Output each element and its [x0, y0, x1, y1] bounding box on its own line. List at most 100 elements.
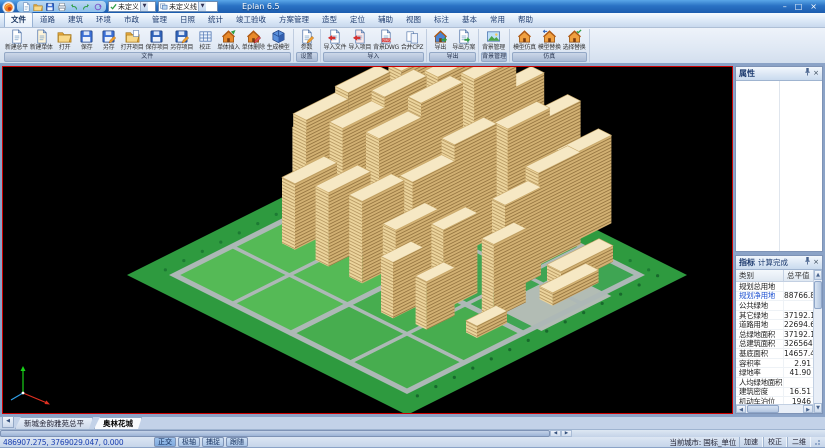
ribbon-button[interactable]: 校正 — [194, 29, 216, 51]
menu-item[interactable]: 辅助 — [372, 13, 399, 27]
save-icon[interactable] — [44, 2, 55, 12]
undo-icon[interactable] — [68, 2, 79, 12]
ribbon-button-label: 新建单体 — [30, 45, 53, 51]
menu-item[interactable]: 标注 — [428, 13, 455, 27]
resize-grip[interactable] — [814, 438, 822, 446]
menu-item[interactable]: 常用 — [484, 13, 511, 27]
menu-item[interactable]: 竣工验收 — [230, 13, 272, 27]
ribbon-button[interactable]: 导入项目 — [347, 29, 372, 51]
snap-toggle-button[interactable]: 跟随 — [226, 437, 248, 447]
scrollbar-thumb[interactable] — [747, 405, 779, 413]
ribbon-button-label: 模型仿真 — [513, 45, 536, 51]
layer-combo[interactable]: 未定义 ▼ — [108, 1, 156, 12]
ribbon-button[interactable]: 模型替换 — [537, 29, 562, 51]
menu-item[interactable]: 统计 — [202, 13, 229, 27]
close-panel-icon[interactable]: × — [813, 256, 819, 269]
tab-scroll-left-button[interactable]: ◀ — [2, 416, 14, 428]
maximize-button[interactable]: □ — [795, 0, 803, 13]
ribbon-button[interactable]: 选择替换 — [562, 29, 587, 51]
status-buttons: 加速校正二维 — [739, 437, 811, 447]
ribbon-button-label: 合并CPZ — [401, 45, 423, 51]
ribbon-button[interactable]: 模型仿真 — [512, 29, 537, 51]
menu-item[interactable]: 环境 — [90, 13, 117, 27]
table-row[interactable]: 机动车泊位1946 — [736, 397, 813, 404]
indicator-hscrollbar[interactable]: ◀ ▶ — [736, 404, 813, 413]
ribbon-button[interactable]: 导出方案 — [451, 29, 476, 51]
indicator-vscrollbar[interactable]: ▲ ▼ — [813, 270, 822, 413]
scroll-left-icon[interactable]: ◀ — [736, 405, 746, 413]
close-button[interactable]: × — [810, 0, 817, 13]
pin-icon[interactable] — [804, 67, 811, 76]
menu-item[interactable]: 日照 — [174, 13, 201, 27]
scroll-left-icon[interactable]: ◀ — [550, 430, 561, 437]
bg-manage-icon — [486, 29, 501, 44]
ribbon-button[interactable]: 保存 — [76, 29, 98, 51]
title-bar: 未定义 ▼ 未定义线 ▼ Eplan 6.5 – □ × — [0, 0, 825, 13]
ribbon-button[interactable]: 保存项目 — [144, 29, 169, 51]
ribbon-button[interactable]: 打开项目 — [120, 29, 145, 51]
menu-item[interactable]: 道路 — [34, 13, 61, 27]
redo-icon[interactable] — [80, 2, 91, 12]
menu-item[interactable]: 视图 — [400, 13, 427, 27]
new-doc-icon[interactable] — [20, 2, 31, 12]
minimize-button[interactable]: – — [783, 0, 787, 13]
ribbon-button-label: 单体插入 — [217, 45, 240, 51]
ribbon-button[interactable]: 合并CPZ — [400, 29, 424, 51]
drawing-viewport[interactable] — [2, 66, 733, 414]
scrollbar-thumb[interactable] — [814, 281, 822, 309]
ribbon-button[interactable]: DWG背景DWG — [372, 29, 400, 51]
chevron-down-icon[interactable]: ▼ — [198, 2, 206, 11]
main-area: 属性 × 指标 计算完成 × — [0, 64, 825, 416]
scroll-right-icon[interactable]: ▶ — [561, 430, 572, 437]
scroll-down-icon[interactable]: ▼ — [814, 403, 822, 413]
status-mode-button[interactable]: 校正 — [763, 437, 787, 447]
ribbon-button[interactable]: 另存 — [98, 29, 120, 51]
linetype-combo[interactable]: 未定义线 ▼ — [158, 1, 218, 12]
menu-item[interactable]: 管理 — [146, 13, 173, 27]
status-mode-button[interactable]: 加速 — [739, 437, 763, 447]
house-insert-icon — [221, 29, 236, 44]
print-icon[interactable] — [56, 2, 67, 12]
menu-item[interactable]: 造型 — [316, 13, 343, 27]
open-folder-icon[interactable] — [32, 2, 43, 12]
document-tab[interactable]: 新城金韵雅苑总平 — [15, 417, 93, 429]
ribbon-button[interactable]: 单体删除 — [241, 29, 266, 51]
ribbon-button[interactable]: 单体插入 — [216, 29, 241, 51]
menu-item[interactable]: 文件 — [4, 12, 33, 27]
status-mode-button[interactable]: 二维 — [787, 437, 811, 447]
menu-item[interactable]: 建筑 — [62, 13, 89, 27]
ribbon-button[interactable]: 导出 — [429, 29, 451, 51]
snap-toggle-button[interactable]: 极轴 — [178, 437, 200, 447]
menu-item[interactable]: 方案管理 — [273, 13, 315, 27]
properties-grid[interactable] — [736, 81, 822, 251]
status-bar: 486907.275, 3769029.047, 0.000 正交极轴捕捉跟随 … — [0, 437, 825, 447]
document-tab[interactable]: 奥林花城 — [94, 417, 142, 429]
menu-item[interactable]: 基本 — [456, 13, 483, 27]
scroll-up-icon[interactable]: ▲ — [814, 270, 822, 280]
ribbon-button[interactable]: 参数 — [296, 29, 318, 51]
ribbon-button[interactable]: 打开 — [54, 29, 76, 51]
snap-toggle-button[interactable]: 捕捉 — [202, 437, 224, 447]
menu-item[interactable]: 定位 — [344, 13, 371, 27]
chevron-down-icon[interactable]: ▼ — [140, 2, 148, 11]
pin-icon[interactable] — [804, 256, 811, 265]
ribbon-button[interactable]: 生成模型 — [266, 29, 291, 51]
column-header[interactable]: 总平值 — [784, 270, 813, 281]
ribbon-button[interactable]: 新建单体 — [29, 29, 54, 51]
scroll-right-icon[interactable]: ▶ — [803, 405, 813, 413]
snap-toggle-button[interactable]: 正交 — [154, 437, 176, 447]
scrollbar-thumb[interactable] — [0, 430, 550, 437]
ribbon-button-label: 导出 — [435, 45, 446, 51]
menu-item[interactable]: 市政 — [118, 13, 145, 27]
ribbon-button-label: 校正 — [199, 45, 210, 51]
refresh-icon[interactable] — [92, 2, 103, 12]
ribbon-button[interactable]: 新建总平 — [4, 29, 29, 51]
document-tab-bar: ◀ 新城金韵雅苑总平奥林花城 — [0, 416, 825, 429]
close-panel-icon[interactable]: × — [813, 67, 819, 80]
ribbon-button[interactable]: 导入文件 — [323, 29, 348, 51]
ribbon-button[interactable]: 另存项目 — [169, 29, 194, 51]
menu-item[interactable]: 帮助 — [512, 13, 539, 27]
column-header[interactable]: 类别 — [736, 270, 784, 281]
ribbon-button[interactable]: 背景管理 — [481, 29, 506, 51]
ribbon-group-label: 导出 — [429, 52, 476, 62]
